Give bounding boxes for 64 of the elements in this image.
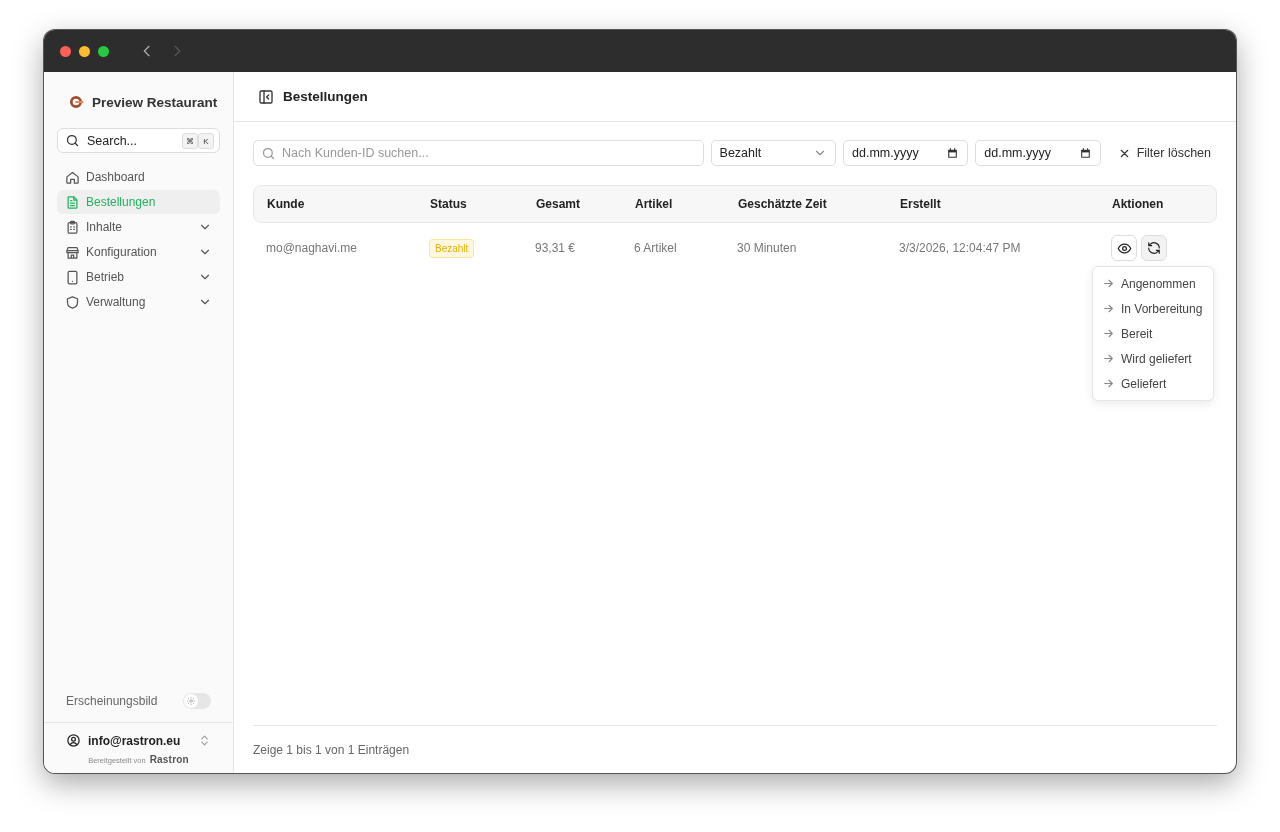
column-header: Erstellt <box>900 197 942 211</box>
pagination-info: Zeige 1 bis 1 von 1 Einträgen <box>253 725 1217 773</box>
page-title: Bestellungen <box>283 89 368 104</box>
sidebar-item[interactable]: Konfiguration <box>57 240 220 264</box>
arrow-right-icon <box>1102 377 1115 390</box>
status-badge: Bezahlt <box>429 238 475 258</box>
close-window-button[interactable] <box>60 45 71 57</box>
maximize-window-button[interactable] <box>98 45 109 57</box>
document-icon <box>65 194 80 210</box>
account-email[interactable]: info@rastron.eu <box>88 733 191 748</box>
menu-item[interactable]: Wird geliefert <box>1093 346 1213 371</box>
table-cell-text: mo@naghavi.me <box>266 241 358 255</box>
date-field[interactable]: dd.mm.yyyy <box>843 140 969 166</box>
change-status-button[interactable] <box>1141 235 1167 261</box>
rastron-logo: Rastron <box>149 754 189 765</box>
table-cell-text: 3/3/2026, 12:04:47 PM <box>899 241 1022 255</box>
tablet-icon <box>65 269 80 285</box>
user-circle-icon <box>66 733 81 748</box>
column-header: Artikel <box>635 197 674 211</box>
shortcut-key: K <box>198 133 214 149</box>
table-cell-text: 93,31 € <box>535 241 577 255</box>
sun-icon <box>186 696 196 706</box>
clear-filters-button[interactable]: Filter löschen <box>1111 140 1217 166</box>
minimize-window-button[interactable] <box>79 45 90 57</box>
storefront-icon <box>65 244 80 260</box>
menu-item[interactable]: In Vorbereitung <box>1093 296 1213 321</box>
brand-logo-icon <box>68 94 84 110</box>
theme-toggle[interactable] <box>183 693 211 709</box>
appearance-label: Erscheinungsbild <box>66 694 158 708</box>
search-field[interactable]: Nach Kunden-ID suchen... <box>253 140 704 166</box>
sidebar-item[interactable]: Inhalte <box>57 215 220 239</box>
arrow-right-icon <box>1102 302 1115 315</box>
table-cell-text: 30 Minuten <box>737 241 798 255</box>
table-cell-text: 6 Artikel <box>634 241 678 255</box>
clipboard-icon <box>65 219 80 235</box>
arrow-right-icon <box>1102 352 1115 365</box>
search-icon <box>261 146 276 161</box>
arrow-right-icon <box>1102 277 1115 290</box>
menu-item[interactable]: Bereit <box>1093 321 1213 346</box>
calendar-icon <box>1078 147 1092 160</box>
eye-icon <box>1116 240 1132 256</box>
shortcut-key: ⌘ <box>182 133 198 149</box>
menu-item[interactable]: Geliefert <box>1093 371 1213 396</box>
menu-item[interactable]: Angenommen <box>1093 271 1213 296</box>
column-header: Aktionen <box>1112 197 1165 211</box>
refresh-icon <box>1147 241 1161 255</box>
date-field[interactable]: dd.mm.yyyy <box>975 140 1101 166</box>
sidebar-item[interactable]: Dashboard <box>57 165 220 189</box>
calendar-icon <box>946 147 960 160</box>
brand-name: Preview Restaurant <box>92 94 218 110</box>
sidebar-item[interactable]: Verwaltung <box>57 290 220 314</box>
chevron-up-down-icon <box>198 734 211 747</box>
search-icon <box>65 133 80 148</box>
column-header: Status <box>430 197 468 211</box>
column-header: Gesamt <box>536 197 582 211</box>
column-header: Kunde <box>267 197 306 211</box>
sidebar-toggle-icon[interactable] <box>258 88 274 105</box>
view-button[interactable] <box>1111 235 1137 261</box>
house-icon <box>65 169 80 185</box>
sidebar-item[interactable]: Betrieb <box>57 265 220 289</box>
shield-icon <box>65 294 80 310</box>
column-header: Geschätzte Zeit <box>738 197 828 211</box>
status-dropdown[interactable]: Bezahlt <box>710 140 836 166</box>
arrow-right-icon <box>1102 327 1115 340</box>
